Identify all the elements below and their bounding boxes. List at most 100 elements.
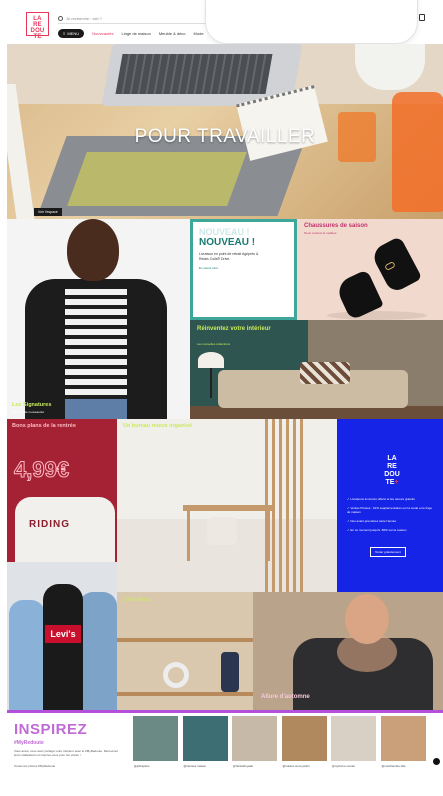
tile-nouveau-card: NOUVEAU ! NOUVEAU ! Livraison en point d… (193, 222, 294, 317)
tile-nouveau-desc: Livraison en point de retrait Agriprès &… (199, 252, 259, 261)
inspire-thumbnail-caption: @jolicapture (134, 764, 150, 768)
inspire-thumbnail-caption: @unechambre.ville (381, 764, 406, 768)
tile-signatures[interactable]: Les Signatures Voir plus de nouveautés (7, 219, 190, 419)
inspire-thumbnail[interactable]: @myhome.monde (331, 716, 376, 768)
deco-shelf-bottom (117, 692, 253, 696)
deco-vase (221, 652, 239, 692)
hamburger-icon: ≡ (63, 30, 66, 36)
levis-logo: Levi's (45, 625, 81, 643)
tile-chaussures-label: Chaussures de saison (304, 223, 368, 229)
inspire-thumbnail-caption: @myhome.monde (332, 764, 355, 768)
shoes-shadow (327, 311, 427, 320)
redoute-plus-logo-2: RE (387, 463, 397, 470)
inspire-thumbnail[interactable]: @interieur.maison (182, 716, 228, 768)
nav-item-meuble-deco[interactable]: Meuble & déco (159, 31, 186, 36)
office-wall (117, 419, 337, 519)
tile-bons-plans[interactable]: Bons plans de la rentrée 4,99€ RIDING (7, 419, 117, 562)
tile-signatures-sub: Voir plus de nouveautés (12, 410, 45, 414)
deco-shelf-top (117, 638, 253, 642)
menu-button[interactable]: ≡ MENU (58, 28, 85, 38)
hero-drawer-inside (67, 152, 247, 206)
hero-title: POUR TRAVAILLER (134, 126, 316, 147)
tile-deco[interactable]: Côté déco (117, 592, 253, 710)
redoute-plus-benefits: Livraisons & retours offerts et les reto… (347, 497, 433, 537)
tile-bureau[interactable]: Un bureau mieux organisé (117, 419, 337, 592)
inspire-hashtag: #MyRedoute (14, 740, 44, 746)
tile-signatures-label: Les Signatures (12, 402, 52, 408)
redoute-plus-logo-3: DOU (384, 471, 400, 478)
menu-label: MENU (67, 30, 80, 36)
hero-juice-bottle (392, 92, 443, 212)
tile-nouveau-ghost: NOUVEAU ! (199, 227, 250, 237)
site-header: LA RE DOU TE Je recherche : ciel ? ≡ MEN… (0, 0, 443, 44)
office-desk-leg-right (267, 511, 270, 561)
benefit-item: Ventes Privées : 10% supplémentaires sur… (347, 506, 433, 514)
tile-interieur[interactable]: Réinventez votre intérieur Les nouvelles… (190, 320, 443, 419)
redoute-plus-logo: LA RE DOU TE+ (378, 455, 406, 486)
inspire-thumbnail[interactable]: @maison.sur.le.jardin (281, 716, 327, 768)
search-placeholder: Je recherche : ciel ? (66, 16, 102, 21)
model-1 (9, 600, 45, 710)
hero-banner[interactable]: POUR TRAVAILLER Voir l'espace (7, 44, 443, 219)
inspire-link[interactable]: Toutes les photos #MyRedoute (14, 764, 55, 768)
inspire-thumbnail[interactable]: @unechambre.ville (380, 716, 426, 768)
benefit-item: Livraisons & retours offerts et les reto… (347, 497, 433, 501)
inspire-desc: Vous aussi, vous avez partagé votre inté… (14, 749, 119, 757)
tile-automne-label: Allure d'automne (261, 694, 310, 700)
office-desk (183, 505, 275, 511)
tile-nouveau[interactable]: NOUVEAU ! NOUVEAU ! Livraison en point d… (190, 219, 297, 320)
benefit-item: En ce moment jusqu'à -50% sur la maison (347, 528, 433, 532)
tile-chaussures[interactable]: Chaussures de saison Nous voulons le mei… (297, 219, 443, 320)
model-head (67, 219, 119, 281)
tile-levis[interactable]: Levi's (7, 562, 117, 710)
tile-nouveau-title: NOUVEAU ! (199, 237, 256, 248)
header-popover (205, 0, 418, 44)
inspire-thumbnail-caption: @interieur.maison (183, 764, 207, 768)
tile-bons-plans-price: 4,99€ (13, 457, 70, 483)
office-desk-leg-left (187, 511, 190, 561)
redoute-plus-sign: + (394, 479, 399, 486)
main-nav: ≡ MENU Nouveautés Linge de maison Meuble… (58, 28, 223, 38)
inspire-title: INSPIREZ (14, 721, 88, 738)
nav-item-linge[interactable]: Linge de maison (121, 31, 150, 36)
la-redoute-logo[interactable]: LA RE DOU TE (26, 12, 49, 40)
tile-bureau-label: Un bureau mieux organisé (123, 423, 193, 429)
redoute-plus-logo-1: LA (387, 455, 397, 462)
tile-redoute-plus[interactable]: LA RE DOU TE+ Livraisons & retours offer… (337, 419, 443, 592)
interior-pillow (300, 362, 350, 384)
search-icon (58, 16, 63, 21)
chat-icon[interactable] (433, 758, 440, 765)
nav-item-nouveautes[interactable]: Nouveautés (92, 31, 113, 36)
model-3 (79, 592, 117, 710)
model-head (345, 594, 389, 644)
nav-item-mode[interactable]: Mode (194, 31, 204, 36)
inspire-thumbnail[interactable]: @jolicapture (133, 716, 178, 768)
inspire-thumbnail-caption: @hannahsyweb (233, 764, 254, 768)
hero-chair-leg (7, 84, 35, 219)
interior-lamp-stand (210, 368, 212, 398)
model-jeans (65, 399, 127, 419)
tile-interieur-label: Réinventez votre intérieur (197, 326, 271, 332)
redoute-plus-button[interactable]: Tenter gratuitement (370, 547, 406, 557)
sweatshirt-print: RIDING (29, 519, 70, 530)
search-input[interactable]: Je recherche : ciel ? (58, 14, 208, 24)
logo-line-4: TE (33, 34, 42, 40)
tile-nouveau-link[interactable]: En savoir plus (199, 266, 288, 270)
interior-lamp (198, 352, 224, 368)
deco-knot-sculpture (163, 662, 189, 688)
inspire-thumbnail[interactable]: @hannahsyweb (232, 716, 277, 768)
hero-keyboard (115, 54, 273, 94)
tile-chaussures-sub: Nous voulons le meilleur (304, 231, 337, 235)
office-chair (207, 517, 237, 545)
shopping-bag-icon[interactable] (419, 14, 425, 21)
benefit-item: Des avant-premières toute l'année (347, 519, 433, 523)
tile-automne[interactable]: Allure d'automne (253, 592, 443, 710)
model-2 (43, 584, 83, 710)
loafer-right (369, 235, 423, 295)
tile-bons-plans-label: Bons plans de la rentrée (12, 423, 76, 429)
hero-cta-button[interactable]: Voir l'espace (34, 208, 62, 216)
inspire-thumbnail-caption: @maison.sur.le.jardin (282, 764, 310, 768)
redoute-plus-logo-4: TE+ (378, 479, 406, 487)
tile-interieur-sub: Les nouvelles collections (197, 342, 231, 346)
tile-deco-label: Côté déco (123, 597, 150, 603)
